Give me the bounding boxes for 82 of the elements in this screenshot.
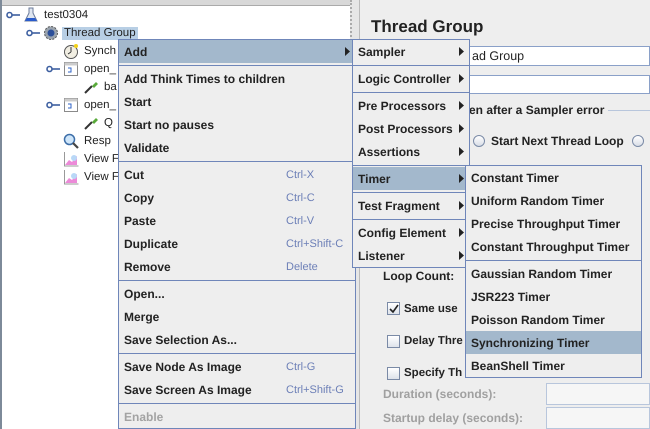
menu-item[interactable]: Precise Throughput Timer: [466, 212, 641, 235]
menu-item[interactable]: Duplicate Ctrl+Shift-C: [119, 232, 355, 255]
submenu-arrow-icon: [459, 251, 464, 260]
menu-item[interactable]: Listener: [353, 244, 469, 267]
radio-label: Start Next Thread Loop: [491, 134, 624, 148]
menu-item[interactable]: Cut Ctrl-X: [119, 163, 355, 186]
name-field[interactable]: ad Group: [469, 46, 650, 66]
checkbox[interactable]: [387, 366, 400, 380]
menu-item[interactable]: Validate: [119, 136, 355, 159]
menu-item[interactable]: Config Element: [353, 221, 469, 244]
field-label: Duration (seconds):: [383, 387, 498, 402]
menu-item[interactable]: Assertions: [353, 140, 469, 163]
tree-item[interactable]: Q: [102, 116, 115, 130]
menu-item[interactable]: BeanShell Timer: [466, 354, 641, 377]
menu-item[interactable]: Constant Timer: [466, 166, 641, 189]
expand-handle-icon[interactable]: [6, 10, 20, 20]
menu-item[interactable]: Logic Controller: [353, 67, 469, 90]
chart-icon: [63, 151, 79, 167]
submenu-arrow-icon: [459, 124, 464, 133]
menu-item[interactable]: Sampler: [353, 40, 469, 63]
menu-item[interactable]: Gaussian Random Timer: [466, 262, 641, 285]
field-label: Startup delay (seconds):: [383, 411, 524, 426]
input-field[interactable]: [546, 383, 650, 406]
gear-icon: [43, 25, 59, 41]
chart-icon: [63, 169, 79, 185]
tree-item[interactable]: Synch: [82, 44, 118, 58]
document-icon: [63, 97, 79, 113]
checkbox-label: Same use: [404, 302, 458, 315]
menu-item[interactable]: Save Screen As Image Ctrl+Shift-G: [119, 378, 355, 401]
tree-item[interactable]: open_: [82, 62, 118, 76]
checkbox-label: Delay Thre: [404, 335, 463, 348]
expand-handle-icon[interactable]: [46, 100, 60, 110]
menu-item[interactable]: Paste Ctrl-V: [119, 209, 355, 232]
tree-item[interactable]: open_: [82, 98, 118, 112]
comments-field[interactable]: [469, 75, 650, 94]
checkbox[interactable]: [387, 302, 400, 316]
menu-item[interactable]: Uniform Random Timer: [466, 189, 641, 212]
menu-item[interactable]: Save Selection As...: [119, 328, 355, 351]
menu-item[interactable]: Post Processors: [353, 117, 469, 140]
menu-item[interactable]: Constant Throughput Timer: [466, 235, 641, 258]
menu-item[interactable]: Save Node As Image Ctrl-G: [119, 355, 355, 378]
menu-item[interactable]: Start no pauses: [119, 113, 355, 136]
menu-item[interactable]: Merge: [119, 305, 355, 328]
submenu-arrow-icon: [459, 228, 464, 237]
expand-handle-icon[interactable]: [46, 64, 60, 74]
menu-item[interactable]: Test Fragment: [353, 194, 469, 217]
submenu-arrow-icon: [459, 201, 464, 210]
flask-icon: [23, 7, 39, 23]
magnifier-icon: [63, 133, 79, 149]
menu-item[interactable]: Open...: [119, 282, 355, 305]
section-label: en after a Sampler error: [469, 103, 604, 118]
submenu-arrow-icon: [459, 147, 464, 156]
document-icon: [63, 61, 79, 77]
radio-button[interactable]: [632, 135, 644, 148]
menu-item[interactable]: Start: [119, 90, 355, 113]
panel-title: Thread Group: [371, 17, 484, 38]
menu-item[interactable]: JSR223 Timer: [466, 285, 641, 308]
menu-item[interactable]: Add Think Times to children: [119, 67, 355, 90]
radio-button[interactable]: [473, 135, 485, 148]
checkbox-label: Specify Th: [404, 367, 462, 380]
submenu-arrow-icon: [459, 74, 464, 83]
stopwatch-icon: [63, 43, 79, 59]
checkbox[interactable]: [387, 334, 400, 348]
field-label: Loop Count:: [383, 269, 454, 284]
menu-item[interactable]: Add: [119, 40, 355, 63]
submenu-arrow-icon: [459, 174, 464, 183]
input-field[interactable]: [546, 407, 650, 429]
submenu-arrow-icon: [459, 101, 464, 110]
pipette-icon: [83, 79, 99, 95]
expand-handle-icon[interactable]: [26, 28, 40, 38]
menu-item[interactable]: Copy Ctrl-C: [119, 186, 355, 209]
tree-item[interactable]: ba: [102, 80, 119, 94]
menu-item[interactable]: Pre Processors: [353, 94, 469, 117]
menu-item[interactable]: Poisson Random Timer: [466, 308, 641, 331]
tree-item[interactable]: test0304: [42, 8, 90, 22]
tree-item[interactable]: Thread Group: [62, 26, 138, 40]
tree-item[interactable]: Resp: [82, 134, 113, 148]
pipette-icon: [83, 115, 99, 131]
menu-item[interactable]: Synchronizing Timer: [466, 331, 641, 354]
menu-item[interactable]: Remove Delete: [119, 255, 355, 278]
submenu-arrow-icon: [345, 47, 350, 56]
submenu-arrow-icon: [459, 47, 464, 56]
